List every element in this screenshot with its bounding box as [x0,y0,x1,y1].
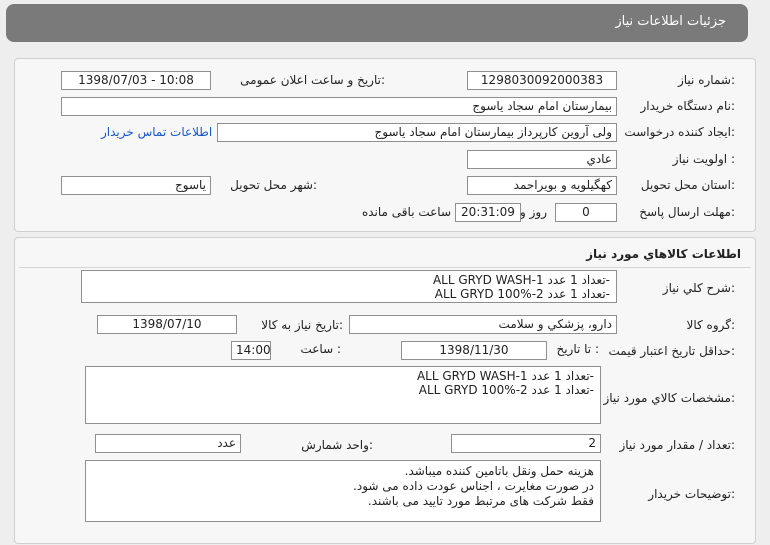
until-date-field[interactable]: 1398/11/30 [401,341,547,360]
priority-field[interactable]: عادي [467,150,617,169]
buyer-org-label: نام دستگاه خريدار: [640,99,736,113]
until-date-label: تا تاريخ : [556,342,599,356]
buyer-org-field[interactable]: بيمارستان امام سجاد ياسوج [61,97,617,116]
validity-time-field[interactable]: 14:00 [231,341,271,360]
goods-section-title: اطلاعات کالاهاي مورد نياز [586,247,741,261]
need-number-field[interactable]: 1298030092000383 [467,71,617,90]
delivery-city-label: شهر محل تحويل: [230,178,317,192]
general-desc-label: شرح کلي نياز: [662,281,735,295]
goods-info-panel: اطلاعات کالاهاي مورد نياز شرح کلي نياز: … [14,237,756,544]
deadline-days-unit: روز و [520,205,547,219]
buyer-notes-field[interactable]: هزينه حمل ونقل باتامين کننده ميباشد. در … [85,460,601,522]
deadline-time-field[interactable]: 20:31:09 [455,203,521,222]
need-info-panel: شماره نياز: 1298030092000383 تاريخ و ساع… [14,58,756,232]
delivery-province-field[interactable]: کهگيلويه و بويراحمد [467,176,617,195]
buyer-contact-link[interactable]: اطلاعات تماس خريدار [101,125,212,139]
general-desc-field[interactable]: ALL GRYD WASH-1 تعداد 1 عدد- ALL GRYD 10… [81,270,617,303]
response-deadline-label: مهلت ارسال پاسخ: [639,205,735,219]
deadline-days-field[interactable]: 0 [555,203,617,222]
announce-datetime-field[interactable]: 1398/07/03 - 10:08 [61,71,211,90]
requester-field[interactable]: ولی آروین کارپرداز بيمارستان امام سجاد ي… [217,123,617,142]
need-date-label: تاريخ نياز به کالا: [261,318,343,332]
buyer-notes-label: توضيحات خريدار: [648,487,735,501]
goods-spec-field[interactable]: ALL GRYD WASH-1 تعداد 1 عدد- ALL GRYD 10… [85,366,601,424]
deadline-remaining-label: ساعت باقی مانده [361,205,451,219]
validity-time-label: ساعت : [300,342,341,356]
need-number-label: شماره نياز: [677,73,735,87]
quantity-label: تعداد / مقدار مورد نياز: [619,438,735,452]
requester-label: ايجاد کننده درخواست: [624,125,735,139]
unit-label: واحد شمارش: [301,438,373,452]
goods-group-field[interactable]: دارو، پزشکي و سلامت [349,315,617,334]
need-date-field[interactable]: 1398/07/10 [97,315,237,334]
delivery-city-field[interactable]: ياسوج [61,176,211,195]
page-title: جزئيات اطلاعات نياز [615,14,726,29]
goods-group-label: گروه کالا: [686,318,736,332]
announce-datetime-label: تاريخ و ساعت اعلان عمومی: [240,73,385,87]
quantity-field[interactable]: 2 [451,434,601,453]
priority-label: اولويت نياز : [672,152,735,166]
unit-field[interactable]: عدد [95,434,241,453]
price-validity-label: حداقل تاريخ اعتبار قيمت: [608,344,735,358]
page-header: جزئيات اطلاعات نياز [6,4,748,42]
goods-spec-label: مشخصات کالاي مورد نياز: [603,391,735,405]
section-divider [19,267,751,268]
delivery-province-label: استان محل تحويل: [640,178,735,192]
